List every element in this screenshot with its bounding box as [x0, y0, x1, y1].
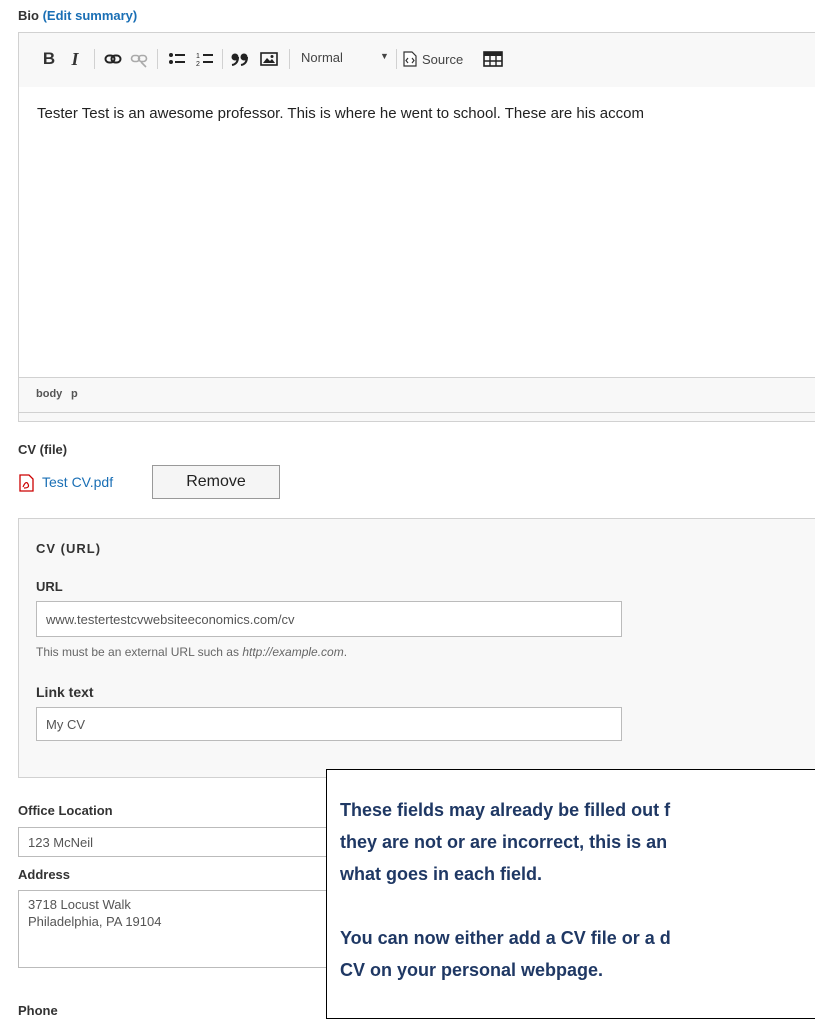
url-input[interactable]: [36, 601, 622, 637]
bio-editor: B I 12 Normal ▼ Source Tester Test is an…: [18, 32, 815, 422]
blockquote-icon[interactable]: [227, 45, 253, 73]
toolbar-separator: [289, 49, 290, 69]
callout-line-2: they are not or are incorrect, this is a…: [340, 832, 668, 852]
format-select-value: Normal: [301, 50, 343, 65]
toolbar-separator: [396, 49, 397, 69]
remove-button[interactable]: Remove: [152, 465, 280, 499]
url-description: This must be an external URL such as htt…: [36, 645, 347, 659]
image-icon[interactable]: [257, 45, 281, 73]
cv-url-legend: CV (URL): [36, 541, 102, 556]
instruction-callout: These fields may already be filled out f…: [326, 769, 815, 1019]
editor-content-area[interactable]: Tester Test is an awesome professor. Thi…: [19, 87, 815, 378]
url-description-text: This must be an external URL such as: [36, 645, 243, 659]
url-description-suffix: .: [343, 645, 348, 659]
svg-text:2: 2: [196, 61, 200, 67]
callout-line-1: These fields may already be filled out f: [340, 800, 671, 820]
bio-label: Bio: [18, 8, 39, 23]
editor-elements-path: body p: [19, 378, 815, 413]
link-text-input[interactable]: [36, 707, 622, 741]
address-label: Address: [18, 867, 71, 882]
editor-toolbar: B I 12 Normal ▼ Source: [19, 33, 815, 88]
edit-summary-link[interactable]: Edit summary: [47, 8, 133, 23]
office-location-label: Office Location: [18, 803, 113, 818]
link-icon[interactable]: [101, 45, 125, 73]
toolbar-separator: [94, 49, 95, 69]
address-line-1: 3718 Locust Walk: [28, 897, 131, 912]
bio-content-text: Tester Test is an awesome professor. Thi…: [37, 105, 644, 122]
numbered-list-icon[interactable]: 12: [193, 45, 217, 73]
cv-file-label: CV (file): [18, 442, 68, 457]
pdf-file-icon: [19, 474, 35, 492]
cv-url-fieldset: CV (URL) URL This must be an external UR…: [18, 518, 815, 778]
source-button[interactable]: Source: [403, 45, 475, 73]
path-item-p[interactable]: p: [71, 388, 78, 400]
italic-button[interactable]: I: [65, 45, 85, 73]
path-item-body[interactable]: body: [36, 388, 62, 400]
bio-label-row: Bio (Edit summary): [18, 8, 137, 23]
address-line-2: Philadelphia, PA 19104: [28, 914, 162, 929]
paren-close: ): [132, 8, 138, 23]
callout-line-3: what goes in each field.: [340, 864, 543, 884]
chevron-down-icon: ▼: [380, 51, 389, 61]
toolbar-separator: [157, 49, 158, 69]
callout-line-4: You can now either add a CV file or a d: [340, 928, 671, 948]
url-label: URL: [36, 579, 63, 594]
callout-line-5: CV on your personal webpage.: [340, 960, 604, 980]
link-text-label: Link text: [36, 684, 94, 700]
source-label: Source: [422, 51, 464, 67]
svg-text:1: 1: [196, 53, 200, 60]
url-description-example: http://example.com: [242, 645, 344, 659]
table-icon[interactable]: [481, 45, 505, 73]
source-icon: [403, 51, 417, 67]
address-textarea[interactable]: 3718 Locust Walk Philadelphia, PA 19104: [18, 890, 338, 968]
office-location-input[interactable]: [18, 827, 338, 857]
format-select[interactable]: Normal ▼: [295, 47, 395, 71]
toolbar-separator: [222, 49, 223, 69]
bulleted-list-icon[interactable]: [165, 45, 189, 73]
unlink-icon[interactable]: [127, 45, 151, 73]
bold-button[interactable]: B: [39, 45, 59, 73]
phone-label: Phone: [18, 1003, 58, 1018]
cv-file-link[interactable]: Test CV.pdf: [42, 474, 113, 490]
